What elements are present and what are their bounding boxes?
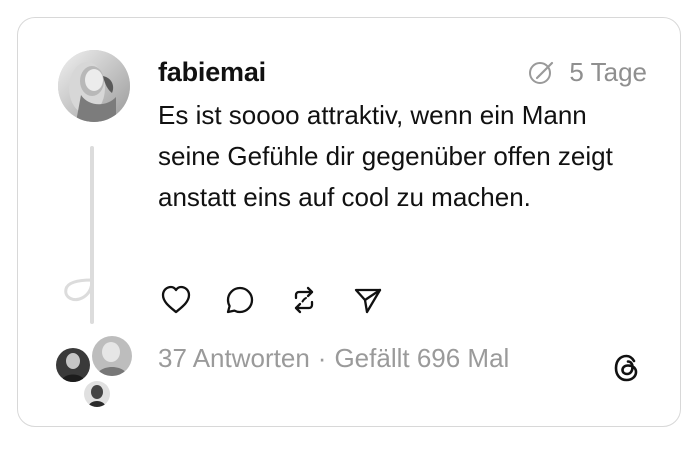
pencil-circle-icon [529,61,554,84]
post-stats: 37 Antworten · Gefällt 696 Mal [158,343,509,374]
reply-avatar [82,379,112,409]
heart-icon [161,285,191,314]
repost-button[interactable] [286,282,322,318]
repost-icon [294,286,314,314]
threads-logo-icon[interactable] [610,351,644,385]
thread-loop-icon [64,278,94,302]
comment-icon [226,286,254,314]
author-username[interactable]: fabiemai [158,57,266,88]
reply-avatars[interactable] [52,332,136,409]
send-icon [354,288,382,314]
replies-count-link[interactable]: 37 Antworten [158,343,310,374]
reply-avatar [90,334,134,378]
share-button[interactable] [350,282,386,318]
post-time: 5 Tage [569,56,647,87]
like-button[interactable] [158,282,194,318]
likes-count-link[interactable]: Gefällt 696 Mal [334,343,509,374]
reply-button[interactable] [222,282,258,318]
post-meta-top: 5 Tage [527,57,647,87]
post-actions [158,282,414,318]
reply-avatar [54,346,92,384]
post-body: Es ist soooo attraktiv, wenn ein Mann se… [158,100,613,212]
author-avatar[interactable] [58,50,130,122]
meta-separator: · [317,343,327,373]
